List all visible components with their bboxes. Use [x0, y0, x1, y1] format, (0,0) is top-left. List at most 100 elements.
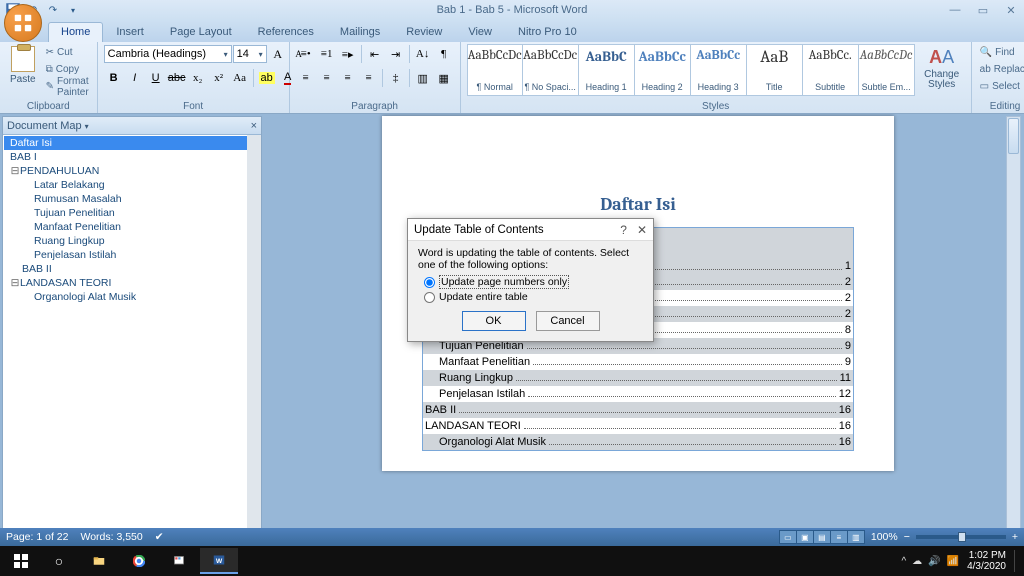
task-word[interactable]: W [200, 548, 238, 574]
radio-update-page-numbers[interactable]: Update page numbers only [424, 275, 643, 289]
docmap-item[interactable]: ⊟PENDAHULUAN [4, 164, 260, 178]
view-web[interactable]: ▤ [813, 530, 831, 544]
show-desktop[interactable] [1014, 550, 1020, 572]
document-map-tree[interactable]: Daftar IsiBAB I⊟PENDAHULUANLatar Belakan… [3, 135, 261, 529]
style-subtitle[interactable]: AaBbCc.Subtitle [803, 44, 859, 96]
scrollbar-vertical[interactable] [247, 135, 261, 529]
view-full-screen[interactable]: ▣ [796, 530, 814, 544]
task-paint[interactable] [160, 548, 198, 574]
font-family-combo[interactable]: Cambria (Headings)▾ [104, 45, 232, 63]
minimize-icon[interactable]: — [944, 4, 966, 16]
scrollbar-thumb[interactable] [1008, 118, 1019, 154]
docmap-item[interactable]: BAB II [4, 262, 260, 276]
style-heading-2[interactable]: AaBbCcHeading 2 [635, 44, 691, 96]
style-title[interactable]: AaBTitle [747, 44, 803, 96]
change-styles-button[interactable]: AA Change Styles [919, 44, 965, 90]
toc-entry[interactable]: Organologi Alat Musik16 [423, 434, 853, 450]
docmap-item[interactable]: Manfaat Penelitian [4, 220, 260, 234]
superscript-button[interactable]: x² [209, 68, 229, 88]
style-subtle-em-[interactable]: AaBbCcDcSubtle Em... [859, 44, 915, 96]
increase-indent-button[interactable]: ⇥ [386, 44, 406, 64]
align-right-button[interactable]: ≡ [338, 68, 358, 88]
onedrive-icon[interactable]: ☁ [912, 556, 922, 567]
zoom-out-icon[interactable]: − [904, 531, 910, 543]
show-marks-button[interactable]: ¶ [434, 44, 454, 64]
collapse-icon[interactable]: ⊟ [10, 164, 20, 178]
line-spacing-button[interactable]: ‡ [386, 68, 406, 88]
toc-entry[interactable]: Penjelasan Istilah12 [423, 386, 853, 402]
paste-button[interactable]: Paste [6, 44, 40, 87]
align-center-button[interactable]: ≡ [317, 68, 337, 88]
toc-entry[interactable]: Ruang Lingkup11 [423, 370, 853, 386]
tab-nitro-pro-10[interactable]: Nitro Pro 10 [505, 22, 590, 42]
docmap-item[interactable]: Ruang Lingkup [4, 234, 260, 248]
radio-input[interactable] [424, 292, 435, 303]
align-left-button[interactable]: ≡ [296, 68, 316, 88]
ok-button[interactable]: OK [462, 311, 526, 331]
chevron-down-icon[interactable]: ▾ [85, 122, 89, 131]
tab-insert[interactable]: Insert [103, 22, 157, 42]
view-draft[interactable]: ▥ [847, 530, 865, 544]
redo-icon[interactable]: ↷ [44, 2, 62, 18]
view-print-layout[interactable]: ▭ [779, 530, 797, 544]
view-outline[interactable]: ≡ [830, 530, 848, 544]
docmap-item[interactable]: BAB I [4, 150, 260, 164]
wifi-icon[interactable]: 📶 [947, 556, 959, 567]
docmap-item[interactable]: Rumusan Masalah [4, 192, 260, 206]
styles-gallery[interactable]: AaBbCcDc¶ NormalAaBbCcDc¶ No Spaci...AaB… [467, 44, 915, 96]
radio-update-entire-table[interactable]: Update entire table [424, 291, 643, 303]
tray-up-icon[interactable]: ^ [901, 556, 906, 567]
close-pane-icon[interactable]: × [251, 120, 257, 132]
zoom-in-icon[interactable]: + [1012, 531, 1018, 543]
volume-icon[interactable]: 🔊 [928, 556, 940, 567]
highlight-button[interactable]: ab [257, 68, 277, 88]
style--no-spaci-[interactable]: AaBbCcDc¶ No Spaci... [523, 44, 579, 96]
format-painter-button[interactable]: ✎Format Painter [44, 78, 91, 95]
docmap-item[interactable]: Tujuan Penelitian [4, 206, 260, 220]
zoom-slider[interactable] [916, 535, 1006, 539]
subscript-button[interactable]: x₂ [188, 68, 208, 88]
docmap-item[interactable]: Organologi Alat Musik [4, 290, 260, 304]
replace-button[interactable]: abReplace [978, 61, 1024, 78]
sort-button[interactable]: A↓ [413, 44, 433, 64]
font-size-combo[interactable]: 14▾ [233, 45, 267, 63]
qat-more-icon[interactable]: ▾ [64, 2, 82, 18]
start-button[interactable] [4, 548, 38, 574]
task-search[interactable]: ○ [40, 548, 78, 574]
tab-references[interactable]: References [245, 22, 327, 42]
bold-button[interactable]: B [104, 68, 124, 88]
italic-button[interactable]: I [125, 68, 145, 88]
tab-view[interactable]: View [455, 22, 505, 42]
docmap-item[interactable]: Latar Belakang [4, 178, 260, 192]
collapse-icon[interactable]: ⊟ [10, 276, 20, 290]
office-button[interactable] [4, 4, 42, 42]
close-icon[interactable]: ✕ [1000, 4, 1022, 17]
docmap-item[interactable]: ⊟LANDASAN TEORI [4, 276, 260, 290]
toc-entry[interactable]: Manfaat Penelitian9 [423, 354, 853, 370]
select-button[interactable]: ▭Select [978, 78, 1024, 95]
system-tray[interactable]: ^ ☁ 🔊 📶 [901, 556, 959, 567]
task-explorer[interactable] [80, 548, 118, 574]
tab-review[interactable]: Review [393, 22, 455, 42]
dialog-titlebar[interactable]: Update Table of Contents ?✕ [408, 219, 653, 241]
strike-button[interactable]: abc [167, 68, 187, 88]
style-heading-1[interactable]: AaBbCHeading 1 [579, 44, 635, 96]
help-icon[interactable]: ? [620, 223, 627, 237]
shading-button[interactable]: ▥ [413, 68, 433, 88]
underline-button[interactable]: U [146, 68, 166, 88]
task-chrome[interactable] [120, 548, 158, 574]
tab-home[interactable]: Home [48, 22, 103, 42]
justify-button[interactable]: ≡ [359, 68, 379, 88]
find-button[interactable]: 🔍Find [978, 44, 1024, 61]
grow-font-button[interactable]: A [268, 44, 288, 64]
docmap-item[interactable]: Penjelasan Istilah [4, 248, 260, 262]
style-heading-3[interactable]: AaBbCcHeading 3 [691, 44, 747, 96]
spellcheck-icon[interactable]: ✔ [155, 531, 164, 543]
decrease-indent-button[interactable]: ⇤ [365, 44, 385, 64]
status-words[interactable]: Words: 3,550 [80, 531, 142, 543]
toc-entry[interactable]: LANDASAN TEORI16 [423, 418, 853, 434]
tab-page-layout[interactable]: Page Layout [157, 22, 245, 42]
toc-entry[interactable]: BAB II16 [423, 402, 853, 418]
cancel-button[interactable]: Cancel [536, 311, 600, 331]
maximize-icon[interactable]: ▭ [972, 4, 994, 17]
